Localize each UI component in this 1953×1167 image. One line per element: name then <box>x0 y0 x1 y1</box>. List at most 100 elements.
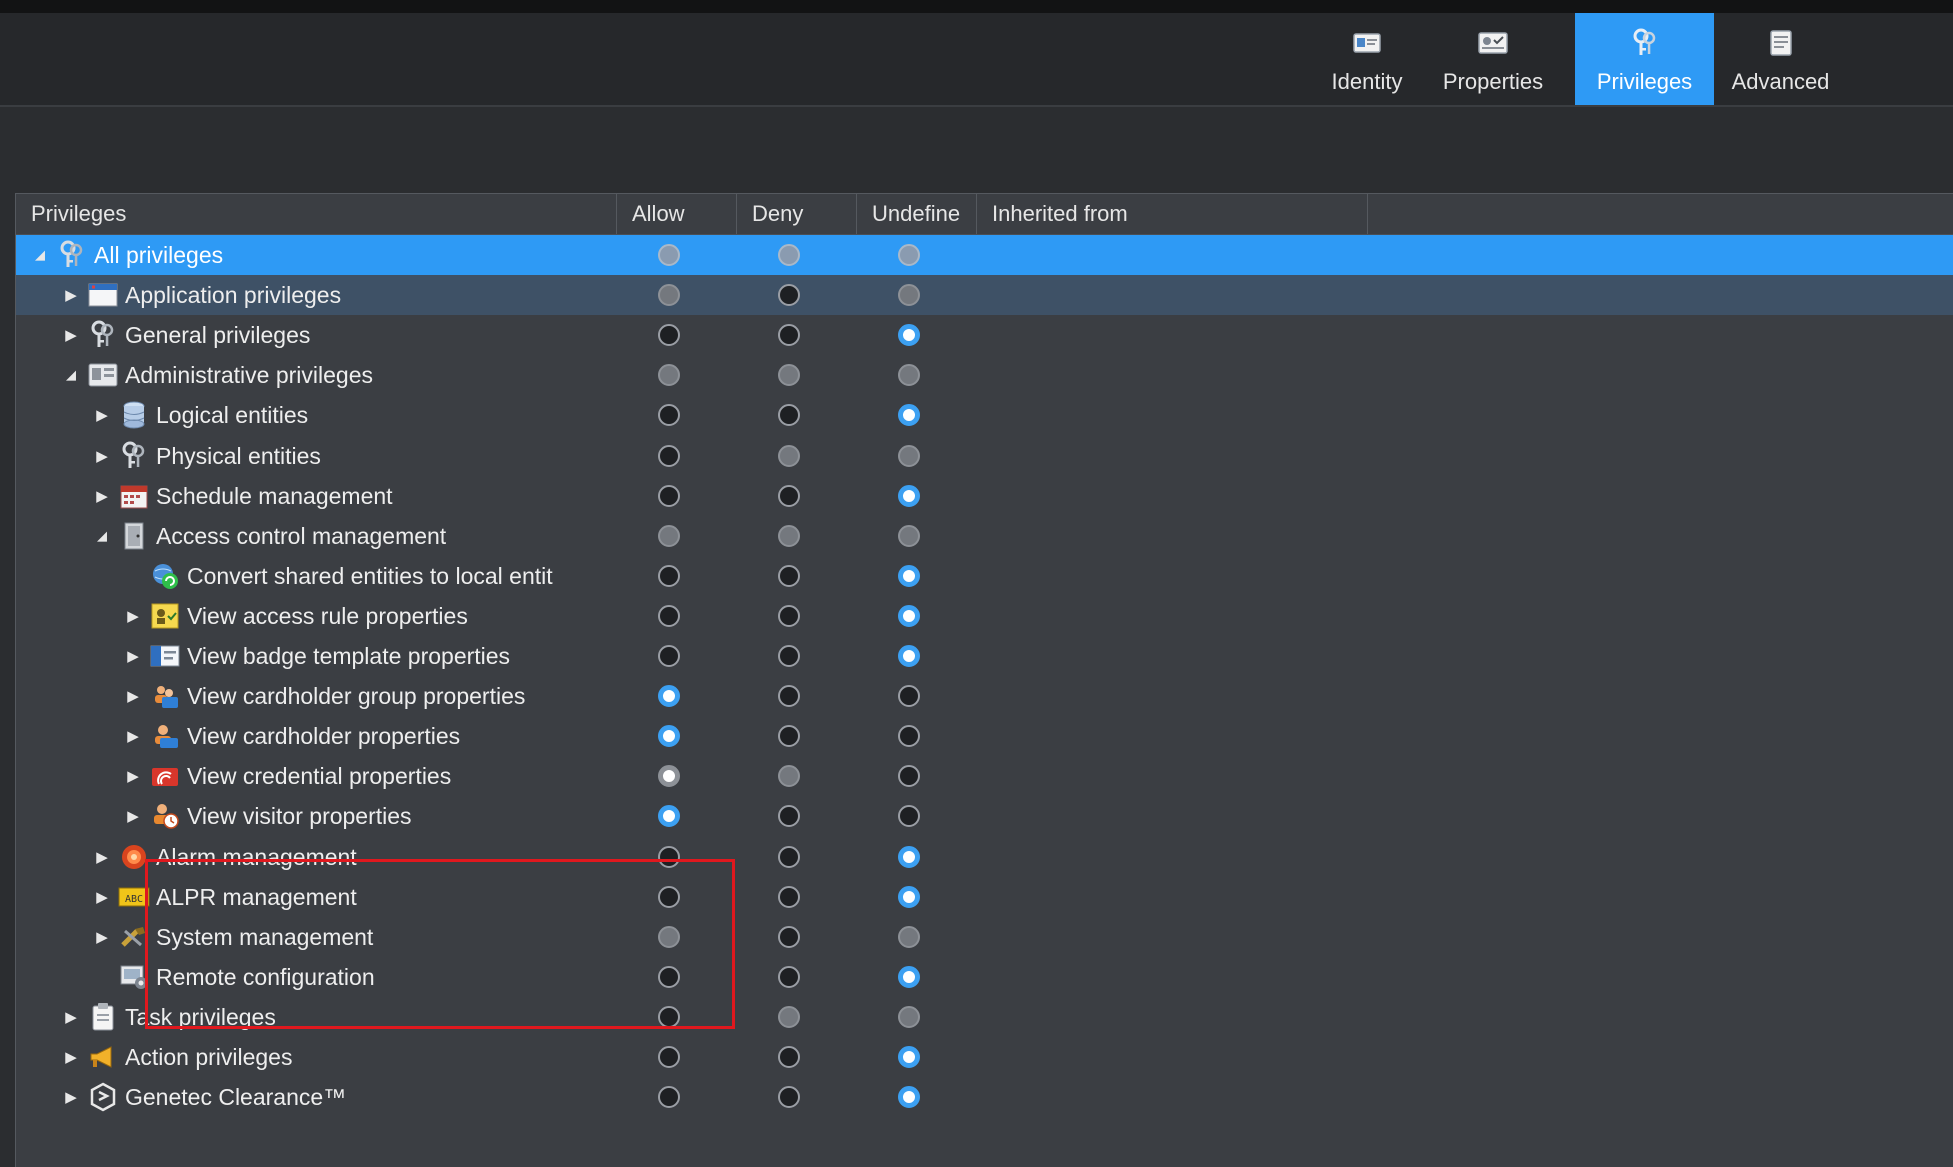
tree-row-system-management[interactable]: ▶ System management <box>16 917 1953 957</box>
tree-row-alpr-management[interactable]: ▶ ABC ALPR management <box>16 877 1953 917</box>
tree-row-view-cardholder-group-properties[interactable]: ▶ View cardholder group properties <box>16 676 1953 716</box>
undefine-radio[interactable] <box>898 565 920 587</box>
undefine-radio[interactable] <box>898 1046 920 1068</box>
tree-row-view-access-rule-properties[interactable]: ▶ View access rule properties <box>16 596 1953 636</box>
tree-row-logical-entities[interactable]: ▶ Logical entities <box>16 395 1953 435</box>
tree-row-view-credential-properties[interactable]: ▶ View credential properties <box>16 756 1953 796</box>
allow-radio[interactable] <box>658 445 680 467</box>
tab-properties[interactable]: Properties <box>1428 13 1558 105</box>
deny-radio[interactable] <box>778 284 800 306</box>
tree-row-application-privileges[interactable]: ▶ Application privileges <box>16 275 1953 315</box>
tree-row-task-privileges[interactable]: ▶ Task privileges <box>16 997 1953 1037</box>
allow-radio[interactable] <box>658 765 680 787</box>
undefine-radio[interactable] <box>898 725 920 747</box>
column-header-undefine[interactable]: Undefine <box>857 194 977 234</box>
allow-radio[interactable] <box>658 1046 680 1068</box>
allow-radio[interactable] <box>658 565 680 587</box>
tree-row-view-badge-template-properties[interactable]: ▶ View badge template properties <box>16 636 1953 676</box>
tab-privileges[interactable]: Privileges <box>1575 13 1714 105</box>
expand-arrow-icon[interactable]: ▶ <box>63 275 79 315</box>
allow-radio[interactable] <box>658 725 680 747</box>
undefine-radio[interactable] <box>898 805 920 827</box>
tree-row-action-privileges[interactable]: ▶ Action privileges <box>16 1037 1953 1077</box>
collapse-arrow-icon[interactable]: ◢ <box>94 516 110 556</box>
deny-radio[interactable] <box>778 685 800 707</box>
undefine-radio[interactable] <box>898 284 920 306</box>
deny-radio[interactable] <box>778 445 800 467</box>
deny-radio[interactable] <box>778 485 800 507</box>
expand-arrow-icon[interactable]: ▶ <box>63 315 79 355</box>
undefine-radio[interactable] <box>898 1006 920 1028</box>
undefine-radio[interactable] <box>898 765 920 787</box>
allow-radio[interactable] <box>658 685 680 707</box>
allow-radio[interactable] <box>658 846 680 868</box>
deny-radio[interactable] <box>778 645 800 667</box>
allow-radio[interactable] <box>658 1086 680 1108</box>
deny-radio[interactable] <box>778 926 800 948</box>
tree-row-genetec-clearance[interactable]: ▶ Genetec Clearance™ <box>16 1077 1953 1117</box>
undefine-radio[interactable] <box>898 926 920 948</box>
tree-row-all-privileges[interactable]: ◢ All privileges <box>16 235 1953 275</box>
undefine-radio[interactable] <box>898 404 920 426</box>
expand-arrow-icon[interactable]: ▶ <box>63 997 79 1037</box>
deny-radio[interactable] <box>778 846 800 868</box>
tree-row-administrative-privileges[interactable]: ◢ Administrative privileges <box>16 355 1953 395</box>
deny-radio[interactable] <box>778 1006 800 1028</box>
expand-arrow-icon[interactable]: ▶ <box>94 476 110 516</box>
deny-radio[interactable] <box>778 966 800 988</box>
undefine-radio[interactable] <box>898 685 920 707</box>
expand-arrow-icon[interactable]: ▶ <box>125 796 141 836</box>
tab-advanced[interactable]: Advanced <box>1718 13 1843 105</box>
undefine-radio[interactable] <box>898 846 920 868</box>
deny-radio[interactable] <box>778 404 800 426</box>
tree-row-view-cardholder-properties[interactable]: ▶ View cardholder properties <box>16 716 1953 756</box>
tree-row-alarm-management[interactable]: ▶ Alarm management <box>16 837 1953 877</box>
allow-radio[interactable] <box>658 324 680 346</box>
column-header-privileges[interactable]: Privileges <box>16 194 617 234</box>
tree-row-general-privileges[interactable]: ▶ General privileges <box>16 315 1953 355</box>
expand-arrow-icon[interactable]: ▶ <box>94 395 110 435</box>
expand-arrow-icon[interactable]: ▶ <box>63 1077 79 1117</box>
deny-radio[interactable] <box>778 364 800 386</box>
undefine-radio[interactable] <box>898 445 920 467</box>
deny-radio[interactable] <box>778 805 800 827</box>
deny-radio[interactable] <box>778 324 800 346</box>
expand-arrow-icon[interactable]: ▶ <box>125 636 141 676</box>
tree-row-schedule-management[interactable]: ▶ Schedule management <box>16 476 1953 516</box>
tree-row-access-control-management[interactable]: ◢ Access control management <box>16 516 1953 556</box>
deny-radio[interactable] <box>778 1046 800 1068</box>
allow-radio[interactable] <box>658 244 680 266</box>
tree-row-view-visitor-properties[interactable]: ▶ View visitor properties <box>16 796 1953 836</box>
deny-radio[interactable] <box>778 765 800 787</box>
collapse-arrow-icon[interactable]: ◢ <box>63 355 79 395</box>
allow-radio[interactable] <box>658 485 680 507</box>
undefine-radio[interactable] <box>898 1086 920 1108</box>
undefine-radio[interactable] <box>898 244 920 266</box>
allow-radio[interactable] <box>658 886 680 908</box>
expand-arrow-icon[interactable]: ▶ <box>94 436 110 476</box>
undefine-radio[interactable] <box>898 605 920 627</box>
tree-row-remote-configuration[interactable]: Remote configuration <box>16 957 1953 997</box>
allow-radio[interactable] <box>658 966 680 988</box>
allow-radio[interactable] <box>658 926 680 948</box>
undefine-radio[interactable] <box>898 966 920 988</box>
undefine-radio[interactable] <box>898 645 920 667</box>
tree-row-convert-shared-entities-to-local-entit[interactable]: Convert shared entities to local entit <box>16 556 1953 596</box>
deny-radio[interactable] <box>778 1086 800 1108</box>
deny-radio[interactable] <box>778 244 800 266</box>
column-header-allow[interactable]: Allow <box>617 194 737 234</box>
expand-arrow-icon[interactable]: ▶ <box>63 1037 79 1077</box>
expand-arrow-icon[interactable]: ▶ <box>125 716 141 756</box>
deny-radio[interactable] <box>778 605 800 627</box>
expand-arrow-icon[interactable]: ▶ <box>125 756 141 796</box>
undefine-radio[interactable] <box>898 886 920 908</box>
expand-arrow-icon[interactable]: ▶ <box>94 917 110 957</box>
expand-arrow-icon[interactable]: ▶ <box>94 837 110 877</box>
tree-row-physical-entities[interactable]: ▶ Physical entities <box>16 436 1953 476</box>
allow-radio[interactable] <box>658 364 680 386</box>
undefine-radio[interactable] <box>898 525 920 547</box>
allow-radio[interactable] <box>658 525 680 547</box>
undefine-radio[interactable] <box>898 485 920 507</box>
collapse-arrow-icon[interactable]: ◢ <box>32 235 48 275</box>
allow-radio[interactable] <box>658 645 680 667</box>
